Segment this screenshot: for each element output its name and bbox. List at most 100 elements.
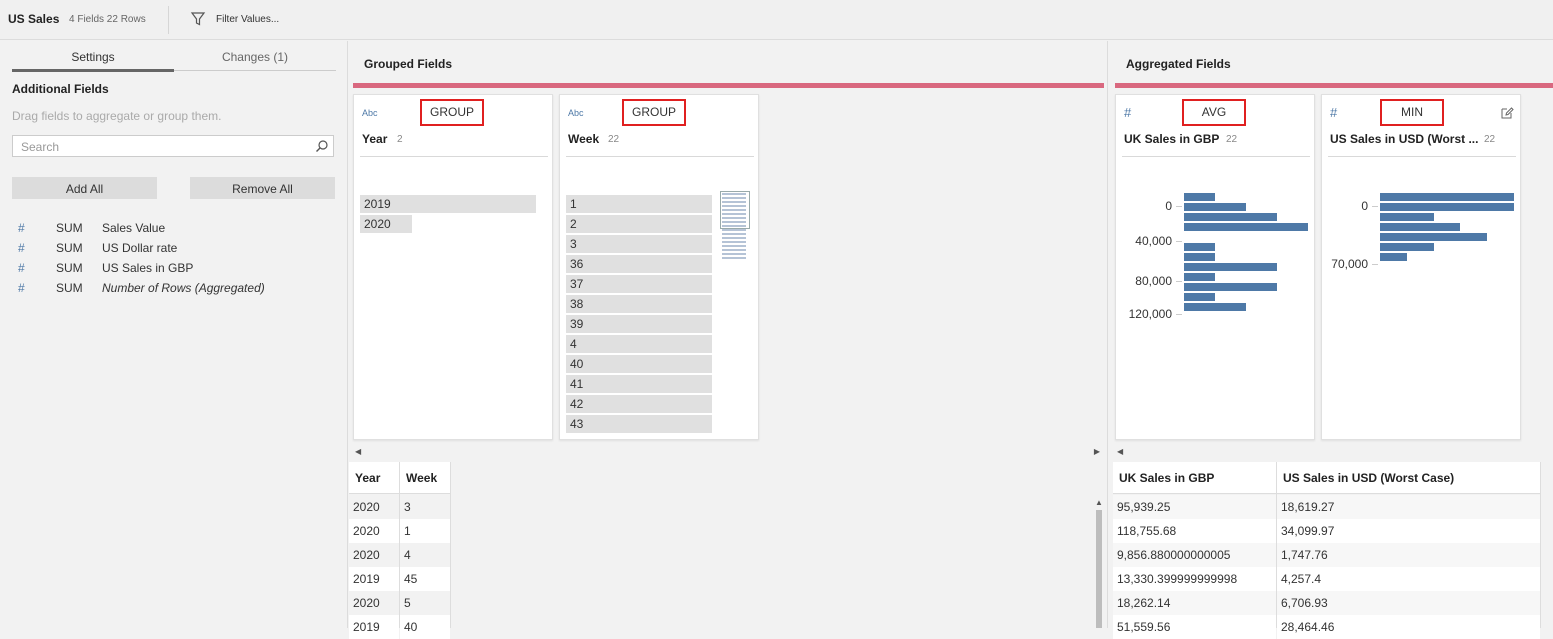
histogram-bar[interactable] (1380, 193, 1514, 201)
table-cell[interactable]: 2020 (349, 519, 399, 543)
value-list-minimap[interactable] (720, 191, 750, 263)
field-aggregation[interactable]: SUM (56, 241, 83, 255)
histogram-bar[interactable] (1184, 293, 1215, 301)
histogram-axis-tick (1372, 264, 1378, 265)
field-card-year[interactable]: Abc GROUP Year 2 2019 2020 (353, 94, 553, 440)
field-aggregation[interactable]: SUM (56, 281, 83, 295)
column-header-year[interactable]: Year (349, 462, 399, 494)
field-aggregation[interactable]: SUM (56, 221, 83, 235)
table-cell[interactable]: 34,099.97 (1277, 519, 1540, 543)
field-aggregation[interactable]: SUM (56, 261, 83, 275)
table-cell[interactable]: 18,262.14 (1113, 591, 1276, 615)
value-item[interactable]: 2 (566, 215, 712, 233)
value-item[interactable]: 40 (566, 355, 712, 373)
value-item[interactable]: 43 (566, 415, 712, 433)
table-cell[interactable]: 6,706.93 (1277, 591, 1540, 615)
table-cell[interactable]: 13,330.399999999998 (1113, 567, 1276, 591)
table-cell[interactable]: 18,619.27 (1277, 495, 1540, 519)
histogram-bar[interactable] (1184, 213, 1277, 221)
field-card-us-sales-in-usd[interactable]: # MIN US Sales in USD (Worst ... 22 0 70,… (1321, 94, 1521, 440)
table-cell[interactable]: 2019 (349, 567, 399, 591)
table-cell[interactable]: 40 (400, 615, 450, 639)
grid-vertical-scrollbar[interactable]: ▲ (1095, 498, 1103, 628)
scroll-left-arrow[interactable]: ◀ (355, 447, 361, 456)
value-item[interactable]: 2019 (360, 195, 536, 213)
table-cell[interactable]: 118,755.68 (1113, 519, 1276, 543)
card-divider (1122, 156, 1310, 157)
field-item-sales-value[interactable]: # SUM Sales Value (18, 219, 338, 239)
histogram-bar[interactable] (1184, 223, 1308, 231)
aggregation-selector[interactable]: GROUP (420, 99, 484, 126)
value-item[interactable]: 39 (566, 315, 712, 333)
value-item[interactable]: 3 (566, 235, 712, 253)
field-search-input[interactable] (19, 139, 309, 155)
histogram-bar[interactable] (1184, 243, 1215, 251)
filter-values-button[interactable]: Filter Values... (216, 14, 279, 25)
histogram-bar[interactable] (1184, 273, 1215, 281)
table-cell[interactable]: 2020 (349, 591, 399, 615)
table-cell[interactable]: 95,939.25 (1113, 495, 1276, 519)
histogram-bar[interactable] (1184, 193, 1215, 201)
table-cell[interactable]: 4 (400, 543, 450, 567)
table-cell[interactable]: 4,257.4 (1277, 567, 1540, 591)
scroll-right-arrow[interactable]: ▶ (1094, 447, 1100, 456)
histogram-bar[interactable] (1380, 243, 1434, 251)
field-card-uk-sales-in-gbp[interactable]: # AVG UK Sales in GBP 22 0 40,000 80,000 12… (1115, 94, 1315, 440)
grouped-horizontal-scrollbar[interactable]: ◀ ▶ (353, 447, 1104, 459)
scroll-left-arrow[interactable]: ◀ (1117, 447, 1123, 456)
table-cell[interactable]: 51,559.56 (1113, 615, 1276, 639)
value-item[interactable]: 42 (566, 395, 712, 413)
table-cell[interactable]: 45 (400, 567, 450, 591)
table-cell[interactable]: 9,856.880000000005 (1113, 543, 1276, 567)
value-item[interactable]: 2020 (360, 215, 412, 233)
histogram-bar[interactable] (1380, 213, 1434, 221)
aggregated-fields-title: Aggregated Fields (1126, 57, 1231, 71)
aggregated-horizontal-scrollbar[interactable]: ◀ (1115, 447, 1553, 459)
histogram-bar[interactable] (1380, 203, 1514, 211)
histogram-bar[interactable] (1184, 203, 1246, 211)
number-type-icon: # (18, 281, 25, 295)
aggregation-selector[interactable]: GROUP (622, 99, 686, 126)
value-item[interactable]: 41 (566, 375, 712, 393)
remove-all-button[interactable]: Remove All (190, 177, 335, 199)
number-type-icon: # (18, 261, 25, 275)
value-item[interactable]: 4 (566, 335, 712, 353)
field-item-us-dollar-rate[interactable]: # SUM US Dollar rate (18, 239, 338, 259)
value-item[interactable]: 38 (566, 295, 712, 313)
table-cell[interactable]: 28,464.46 (1277, 615, 1540, 639)
grouped-fields-section: Grouped Fields Abc GROUP Year 2 2019 202… (349, 41, 1108, 462)
field-item-us-sales-in-gbp[interactable]: # SUM US Sales in GBP (18, 259, 338, 279)
aggregation-selector[interactable]: AVG (1182, 99, 1246, 126)
histogram-bar[interactable] (1380, 233, 1488, 241)
field-item-number-of-rows[interactable]: # SUM Number of Rows (Aggregated) (18, 279, 338, 299)
aggregation-selector[interactable]: MIN (1380, 99, 1444, 126)
edit-icon[interactable] (1500, 106, 1514, 120)
histogram-bar[interactable] (1184, 263, 1277, 271)
scrollbar-thumb[interactable] (1096, 510, 1102, 628)
histogram-bar[interactable] (1184, 303, 1246, 311)
table-cell[interactable]: 1 (400, 519, 450, 543)
table-cell[interactable]: 3 (400, 495, 450, 519)
add-all-button[interactable]: Add All (12, 177, 157, 199)
histogram-bar[interactable] (1184, 283, 1277, 291)
tab-settings[interactable]: Settings (12, 50, 174, 64)
histogram-bar[interactable] (1184, 253, 1215, 261)
value-item[interactable]: 1 (566, 195, 712, 213)
table-cell[interactable]: 2020 (349, 543, 399, 567)
histogram-bar[interactable] (1380, 253, 1407, 261)
column-header-us-sales-in-usd[interactable]: US Sales in USD (Worst Case) (1277, 462, 1540, 494)
value-item[interactable]: 36 (566, 255, 712, 273)
column-header-uk-sales-in-gbp[interactable]: UK Sales in GBP (1113, 462, 1277, 494)
histogram-bar[interactable] (1380, 223, 1461, 231)
table-cell[interactable]: 2020 (349, 495, 399, 519)
tab-changes[interactable]: Changes (1) (174, 50, 336, 64)
table-cell[interactable]: 2019 (349, 615, 399, 639)
column-header-week[interactable]: Week (400, 462, 450, 494)
field-card-week[interactable]: Abc GROUP Week 22 1 2 3 36 37 38 39 4 40… (559, 94, 759, 440)
table-cell[interactable]: 5 (400, 591, 450, 615)
filter-icon[interactable] (190, 11, 206, 27)
table-cell[interactable]: 1,747.76 (1277, 543, 1540, 567)
value-item[interactable]: 37 (566, 275, 712, 293)
scroll-up-arrow[interactable]: ▲ (1095, 498, 1103, 507)
search-icon[interactable] (315, 139, 329, 153)
